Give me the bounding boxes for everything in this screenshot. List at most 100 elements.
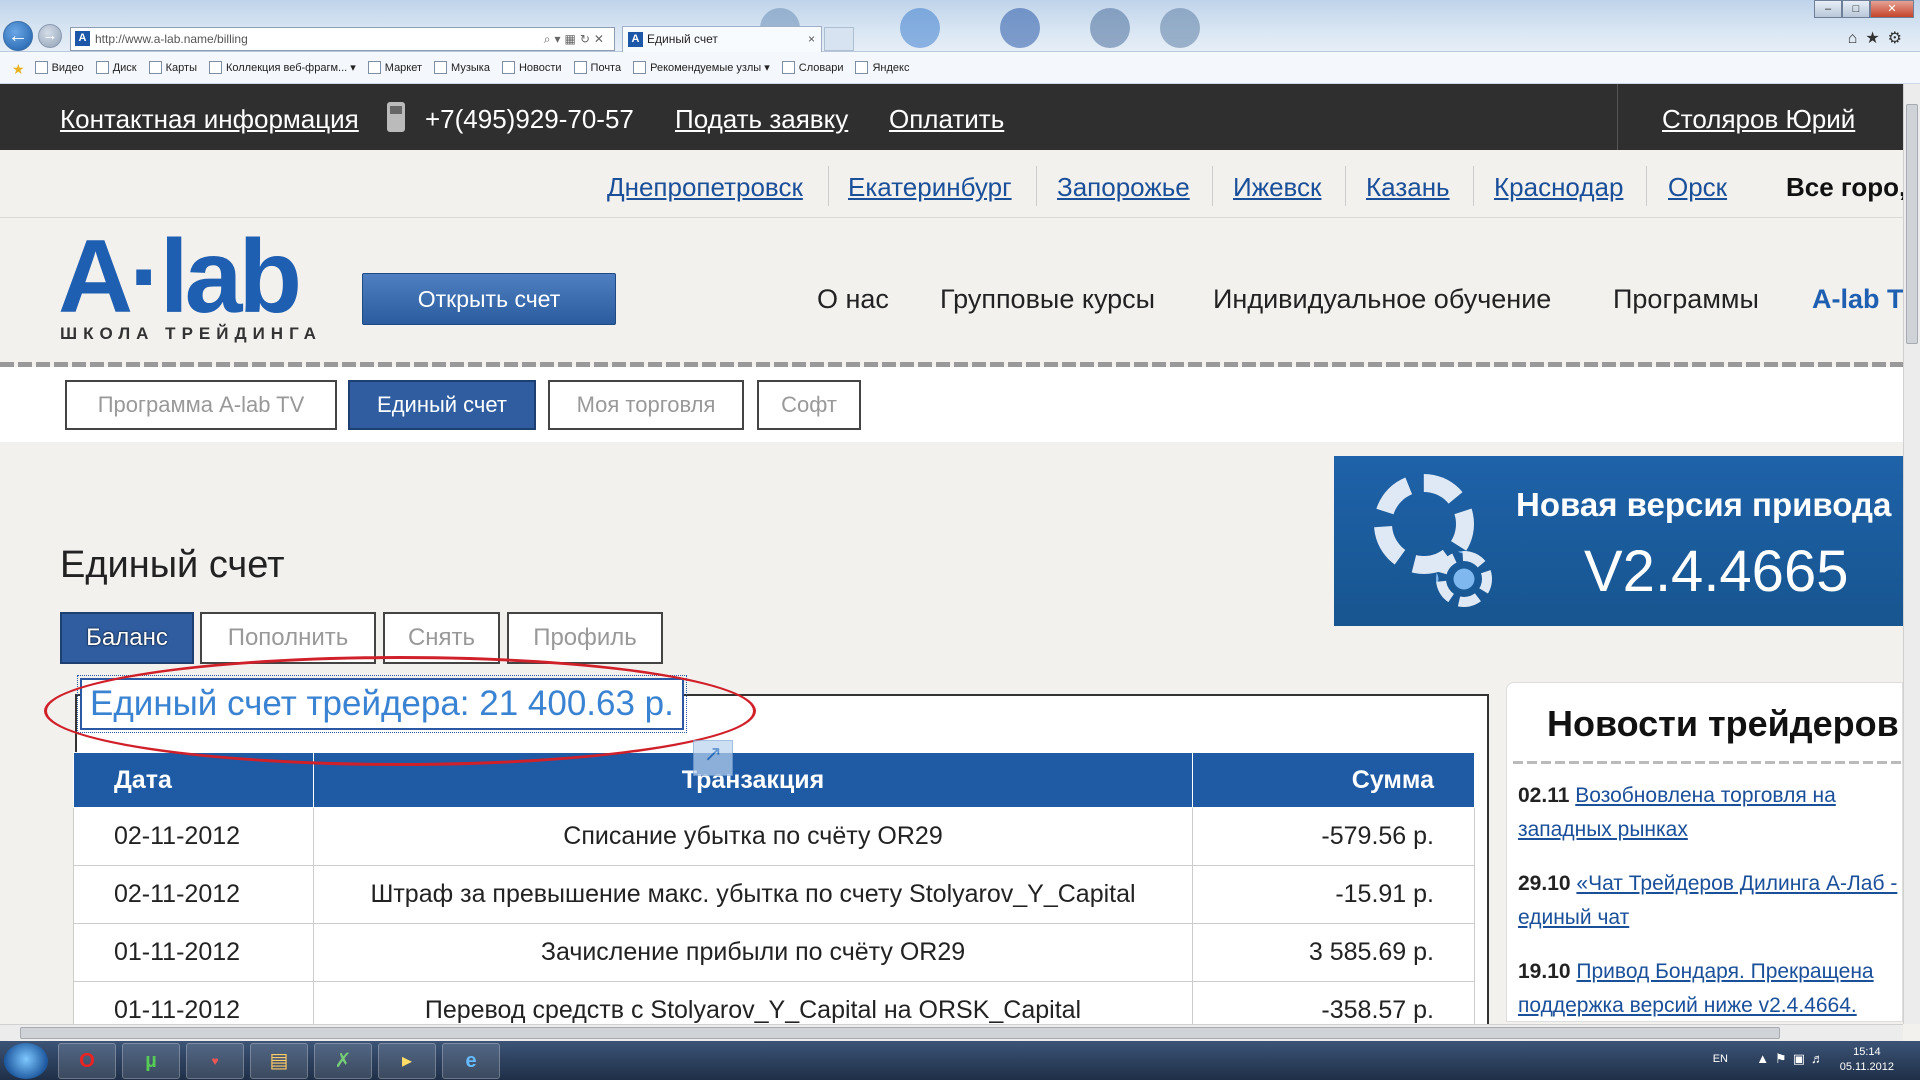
zynga-icon[interactable]: ♥: [186, 1043, 244, 1079]
forward-button[interactable]: →: [38, 24, 62, 48]
trading-app-icon[interactable]: ✗: [314, 1043, 372, 1079]
city-bar: Днепропетровск Екатеринбург Запорожье Иж…: [0, 150, 1903, 218]
favorite-link[interactable]: Почта: [573, 61, 621, 74]
cell-amount: -358.57 р.: [1192, 981, 1475, 1024]
subtab-software[interactable]: Софт: [757, 380, 861, 430]
favorites-star-icon[interactable]: ★: [12, 61, 25, 77]
favorite-link[interactable]: Диск: [95, 61, 137, 74]
tab-balance[interactable]: Баланс: [60, 612, 194, 664]
cell-amount: -579.56 р.: [1192, 807, 1475, 866]
new-tab-button[interactable]: [824, 27, 854, 51]
tray-icons[interactable]: ▲⚑▣♬: [1756, 1051, 1830, 1067]
divider: [1345, 166, 1346, 206]
page-icon: [95, 61, 109, 74]
start-button[interactable]: [4, 1043, 48, 1079]
drag-cursor-icon: ↗: [693, 740, 733, 776]
menu-alab-tv[interactable]: A-lab T: [1812, 284, 1903, 315]
city-link[interactable]: Екатеринбург: [848, 172, 1012, 203]
favorite-link[interactable]: Видео: [34, 61, 84, 74]
page-title: Единый счет: [60, 544, 285, 586]
address-bar[interactable]: A http://www.a-lab.name/billing ⌕▾▦↻✕: [70, 27, 615, 51]
background-app-icon: [1000, 8, 1040, 48]
apply-link[interactable]: Подать заявку: [675, 104, 848, 135]
table-row: 02-11-2012 Штраф за превышение макс. убы…: [73, 865, 1475, 924]
favorite-link[interactable]: Карты: [148, 61, 197, 74]
opera-icon[interactable]: O: [58, 1043, 116, 1079]
news-link[interactable]: «Чат Трейдеров Дилинга А-Лаб - единый ча…: [1518, 872, 1897, 929]
divider: [1473, 166, 1474, 206]
cell-amount: -15.91 р.: [1192, 865, 1475, 924]
subtab-unified-account[interactable]: Единый счет: [348, 380, 536, 430]
city-link[interactable]: Краснодар: [1494, 172, 1623, 203]
maximize-button[interactable]: □: [1842, 0, 1870, 18]
cell-transaction: Списание убытка по счёту OR29: [312, 807, 1194, 866]
gear-icon[interactable]: ⚙: [1888, 30, 1910, 47]
vertical-scrollbar[interactable]: [1903, 84, 1920, 1024]
favorite-link[interactable]: Музыка: [434, 61, 490, 74]
address-controls-icon[interactable]: ⌕▾▦↻✕: [544, 28, 608, 50]
scrollbar-thumb[interactable]: [20, 1027, 1780, 1039]
page-icon: [367, 61, 381, 74]
utorrent-icon[interactable]: µ: [122, 1043, 180, 1079]
news-date: 02.11: [1518, 784, 1570, 807]
news-item: 19.10 Привод Бондаря. Прекращена поддерж…: [1518, 955, 1903, 1023]
tab-close-icon[interactable]: ×: [808, 27, 815, 51]
contact-info-link[interactable]: Контактная информация: [60, 104, 359, 135]
city-link[interactable]: Запорожье: [1057, 172, 1190, 203]
horizontal-scrollbar[interactable]: [0, 1024, 1903, 1041]
subtab-alab-tv[interactable]: Программа A-lab TV: [65, 380, 337, 430]
page-icon: [633, 61, 647, 74]
close-window-button[interactable]: ✕: [1870, 0, 1914, 18]
favorite-link[interactable]: Маркет: [367, 61, 422, 74]
home-icon[interactable]: ⌂: [1848, 30, 1866, 47]
language-indicator[interactable]: EN: [1713, 1053, 1728, 1065]
tab-profile[interactable]: Профиль: [507, 612, 663, 664]
open-account-button[interactable]: Открыть счет: [362, 273, 616, 325]
back-button[interactable]: ←: [3, 21, 33, 51]
favorite-link[interactable]: Яндекс: [855, 61, 909, 74]
page-icon: [501, 61, 515, 74]
top-contact-bar: Контактная информация +7(495)929-70-57 П…: [0, 84, 1903, 150]
scrollbar-thumb[interactable]: [1906, 104, 1918, 344]
favorite-link[interactable]: Рекомендуемые узлы ▾: [633, 61, 770, 74]
city-link[interactable]: Казань: [1366, 172, 1450, 203]
minimize-button[interactable]: –: [1814, 0, 1842, 18]
table-row: 01-11-2012 Перевод средств с Stolyarov_Y…: [73, 981, 1475, 1024]
background-app-icon: [1090, 8, 1130, 48]
pay-link[interactable]: Оплатить: [889, 104, 1004, 135]
web-page: Контактная информация +7(495)929-70-57 П…: [0, 84, 1903, 1024]
cell-date: 01-11-2012: [73, 923, 314, 982]
favorite-link[interactable]: Коллекция веб-фрагм... ▾: [208, 61, 356, 74]
cell-amount: 3 585.69 р.: [1192, 923, 1475, 982]
news-panel: Новости трейдеров 02.11 Возобновлена тор…: [1506, 682, 1903, 1022]
media-icon[interactable]: ▸: [378, 1043, 436, 1079]
subtab-my-trading[interactable]: Моя торговля: [548, 380, 744, 430]
clock[interactable]: 15:14 05.11.2012: [1840, 1045, 1894, 1075]
city-link[interactable]: Ижевск: [1233, 172, 1321, 203]
city-link[interactable]: Орск: [1668, 172, 1727, 203]
city-link[interactable]: Днепропетровск: [607, 172, 803, 203]
page-icon: [781, 61, 795, 74]
divider: [1646, 166, 1647, 206]
news-link[interactable]: Привод Бондаря. Прекращена поддержка вер…: [1518, 960, 1874, 1017]
menu-group-courses[interactable]: Групповые курсы: [940, 284, 1155, 315]
user-name-link[interactable]: Столяров Юрий: [1662, 104, 1855, 135]
site-logo[interactable]: A·lab ШКОЛА ТРЕЙДИНГА: [58, 219, 328, 343]
promo-banner[interactable]: Новая версия привода V2.4.4665: [1334, 456, 1903, 626]
folder-icon[interactable]: ▤: [250, 1043, 308, 1079]
favorites-star-icon[interactable]: ★: [1865, 30, 1887, 47]
favorite-link[interactable]: Словари: [781, 61, 843, 74]
background-app-icon: [1160, 8, 1200, 48]
menu-individual-training[interactable]: Индивидуальное обучение: [1213, 284, 1551, 315]
browser-tab[interactable]: A Единый счет ×: [622, 26, 822, 52]
favorites-bar: ★ Видео Диск Карты Коллекция веб-фрагм..…: [0, 52, 1920, 84]
news-date: 19.10: [1518, 960, 1571, 983]
internet-explorer-icon[interactable]: e: [442, 1043, 500, 1079]
page-icon: [434, 61, 448, 74]
all-cities-link[interactable]: Все горо,: [1786, 172, 1903, 203]
favorite-link[interactable]: Новости: [501, 61, 562, 74]
page-icon: [208, 61, 222, 74]
menu-about[interactable]: О нас: [817, 284, 889, 315]
menu-programs[interactable]: Программы: [1613, 284, 1759, 315]
divider: [1036, 166, 1037, 206]
